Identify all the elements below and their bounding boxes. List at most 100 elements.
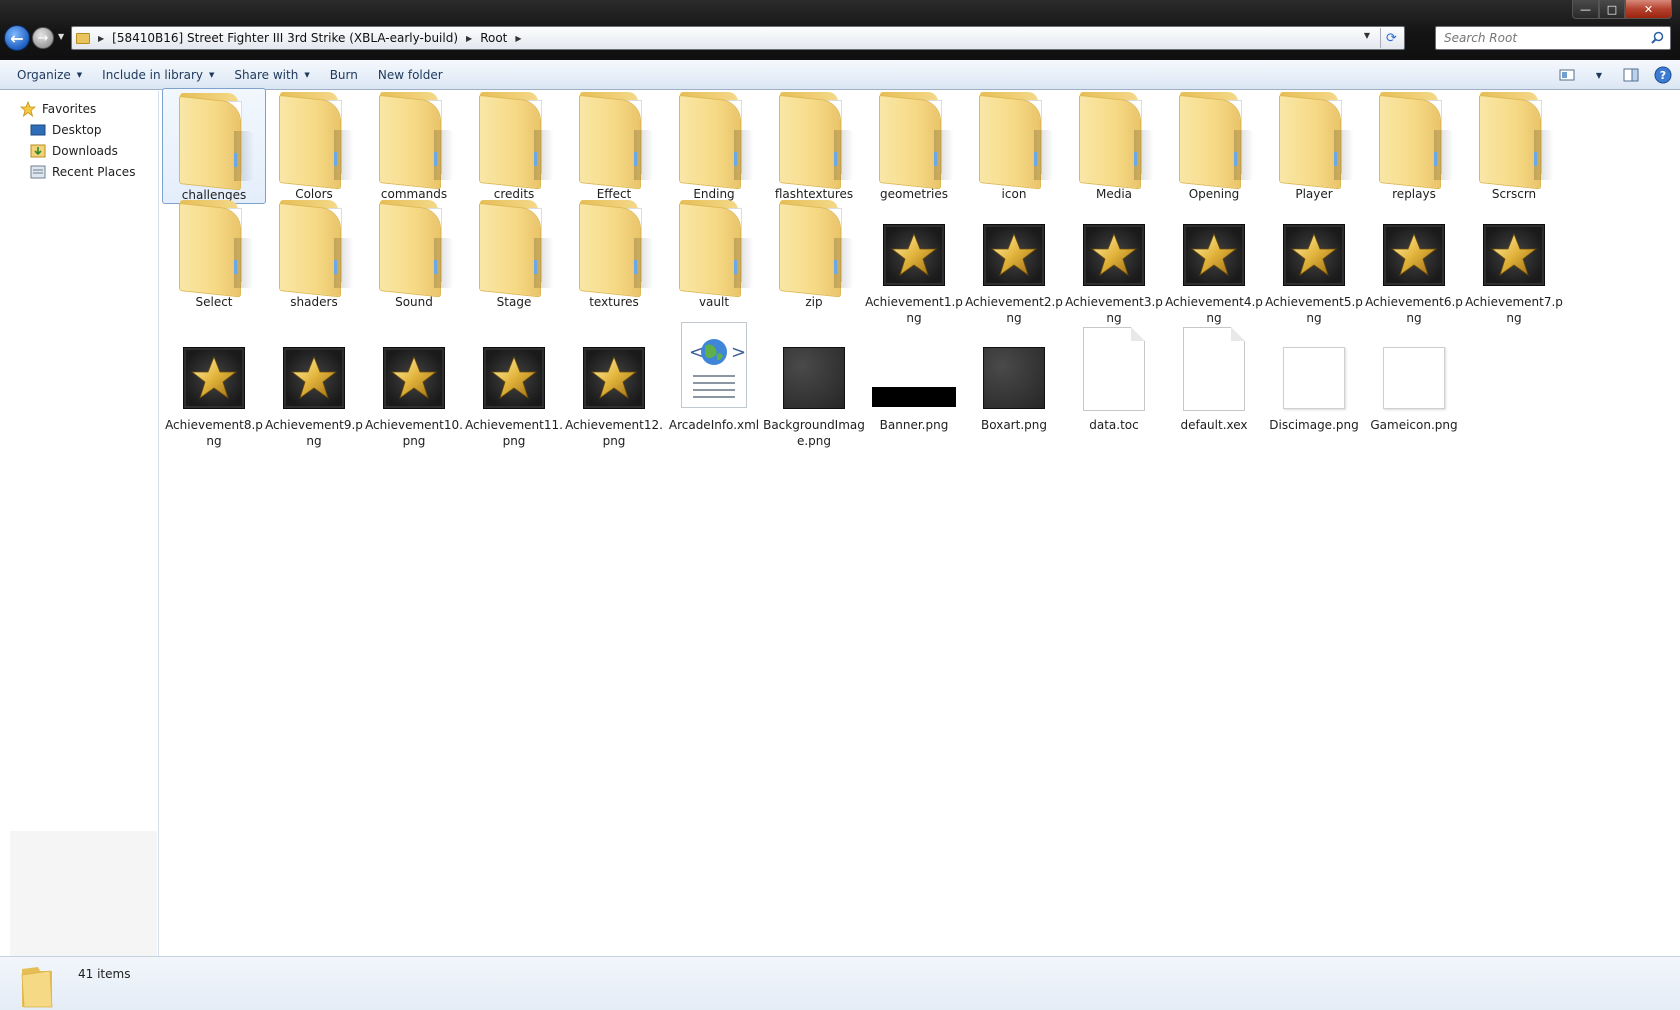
search-box[interactable] <box>1435 26 1671 50</box>
file-item[interactable]: Achievement3.png <box>1062 196 1166 326</box>
file-item[interactable]: Achievement11.png <box>462 319 566 449</box>
sidebar-item-recent-places[interactable]: Recent Places <box>30 162 135 182</box>
image-thumbnail-icon <box>1383 347 1445 409</box>
chevron-right-icon[interactable]: ▶ <box>466 34 472 43</box>
file-item[interactable]: Achievement7.png <box>1462 196 1566 326</box>
file-icon-container <box>1266 88 1362 189</box>
file-icon-container <box>1366 196 1462 292</box>
folder-item[interactable]: Select <box>162 196 266 310</box>
file-item[interactable]: Achievement8.png <box>162 319 266 449</box>
xml-file-icon: < > <box>681 322 747 411</box>
file-name: Achievement9.png <box>265 418 363 448</box>
file-icon-container <box>1266 196 1362 292</box>
file-name: zip <box>805 295 823 309</box>
folder-item[interactable]: flashtextures <box>762 88 866 202</box>
burn-button[interactable]: Burn <box>321 63 367 87</box>
sidebar-item-downloads[interactable]: Downloads <box>30 141 118 161</box>
refresh-icon[interactable]: ⟳ <box>1380 28 1402 48</box>
folder-icon <box>372 198 456 297</box>
share-with-label: Share with <box>234 67 299 82</box>
folder-item[interactable]: zip <box>762 196 866 310</box>
chevron-right-icon[interactable]: ▶ <box>515 34 521 43</box>
sidebar-item-label: Desktop <box>52 123 102 137</box>
folder-item[interactable]: textures <box>562 196 666 310</box>
folder-item[interactable]: credits <box>462 88 566 202</box>
search-input[interactable] <box>1436 27 1636 49</box>
file-item[interactable]: Achievement2.png <box>962 196 1066 326</box>
breadcrumb-item-game-folder[interactable]: [58410B16] Street Fighter III 3rd Strike… <box>112 31 458 45</box>
maximize-button[interactable]: □ <box>1599 0 1625 19</box>
close-button[interactable]: ✕ <box>1625 0 1672 19</box>
folder-item[interactable]: Scrscrn <box>1462 88 1566 202</box>
folder-item[interactable]: geometries <box>862 88 966 202</box>
organize-button[interactable]: Organize ▼ <box>8 63 91 87</box>
folder-item[interactable]: icon <box>962 88 1066 202</box>
file-item[interactable]: Gameicon.png <box>1362 319 1466 433</box>
folder-item[interactable]: Media <box>1062 88 1166 202</box>
caret-down-icon: ▼ <box>304 70 310 79</box>
file-item[interactable]: Achievement6.png <box>1362 196 1466 326</box>
file-item[interactable]: default.xex <box>1162 319 1266 433</box>
file-icon-container <box>566 88 662 189</box>
achievement-image-icon <box>1483 224 1545 286</box>
file-item[interactable]: data.toc <box>1062 319 1166 433</box>
sidebar-item-desktop[interactable]: Desktop <box>30 120 102 140</box>
folder-item[interactable]: commands <box>362 88 466 202</box>
title-bar: — □ ✕ ← → ▼ ▶ [58410B16] Street Fighter … <box>0 0 1680 60</box>
recent-pages-dropdown-icon[interactable]: ▼ <box>58 32 64 41</box>
folder-item[interactable]: shaders <box>262 196 366 310</box>
file-item[interactable]: Achievement1.png <box>862 196 966 326</box>
file-item[interactable]: Boxart.png <box>962 319 1066 433</box>
folder-icon <box>1072 90 1156 189</box>
folder-item[interactable]: Ending <box>662 88 766 202</box>
folder-item[interactable]: Colors <box>262 88 366 202</box>
forward-button[interactable]: → <box>32 27 54 49</box>
change-view-button[interactable] <box>1556 64 1578 86</box>
include-in-library-button[interactable]: Include in library ▼ <box>93 63 223 87</box>
folder-item[interactable]: Player <box>1262 88 1366 202</box>
sidebar-item-favorites[interactable]: Favorites <box>20 99 96 119</box>
file-item[interactable]: BackgroundImage.png <box>762 319 866 449</box>
file-item[interactable]: Banner.png <box>862 319 966 433</box>
file-item[interactable]: Achievement5.png <box>1262 196 1366 326</box>
file-name: Achievement7.png <box>1465 295 1563 325</box>
file-item[interactable]: Achievement9.png <box>262 319 366 449</box>
address-bar[interactable]: ▶ [58410B16] Street Fighter III 3rd Stri… <box>71 26 1405 50</box>
pane-splitter[interactable] <box>0 621 10 651</box>
file-name: Achievement12.png <box>565 418 663 448</box>
help-button[interactable]: ? <box>1652 64 1674 86</box>
file-item[interactable]: Achievement4.png <box>1162 196 1266 326</box>
folder-item[interactable]: Stage <box>462 196 566 310</box>
minimize-button[interactable]: — <box>1572 0 1599 19</box>
folder-icon <box>1472 90 1556 189</box>
file-icon-container <box>466 88 562 189</box>
folder-item[interactable]: challenges <box>162 88 266 204</box>
file-icon-container <box>766 196 862 297</box>
file-item[interactable]: Achievement12.png <box>562 319 666 449</box>
sidebar-item-label: Recent Places <box>52 165 136 179</box>
more-views-dropdown[interactable]: ▼ <box>1588 64 1610 86</box>
file-icon-container <box>766 88 862 189</box>
folder-item[interactable]: Sound <box>362 196 466 310</box>
file-name: default.xex <box>1180 418 1248 432</box>
svg-text:>: > <box>731 342 746 363</box>
file-icon-container <box>666 196 762 297</box>
file-item[interactable]: < > ArcadeInfo.xml <box>662 319 766 433</box>
back-button[interactable]: ← <box>4 25 30 51</box>
folder-item[interactable]: Opening <box>1162 88 1266 202</box>
achievement-image-icon <box>483 347 545 409</box>
file-item[interactable]: Achievement10.png <box>362 319 466 449</box>
search-icon[interactable] <box>1651 31 1664 44</box>
breadcrumb-item-root[interactable]: Root <box>480 31 507 45</box>
folder-item[interactable]: Effect <box>562 88 666 202</box>
file-list[interactable]: challenges Colors commands credits Effect End… <box>160 88 1680 956</box>
folder-item[interactable]: replays <box>1362 88 1466 202</box>
preview-pane-button[interactable] <box>1620 64 1642 86</box>
chevron-right-icon[interactable]: ▶ <box>98 34 104 43</box>
new-folder-button[interactable]: New folder <box>369 63 452 87</box>
folder-item[interactable]: vault <box>662 196 766 310</box>
file-item[interactable]: Discimage.png <box>1262 319 1366 433</box>
achievement-image-icon <box>1083 224 1145 286</box>
share-with-button[interactable]: Share with ▼ <box>225 63 318 87</box>
address-dropdown-icon[interactable]: ▼ <box>1364 31 1370 40</box>
